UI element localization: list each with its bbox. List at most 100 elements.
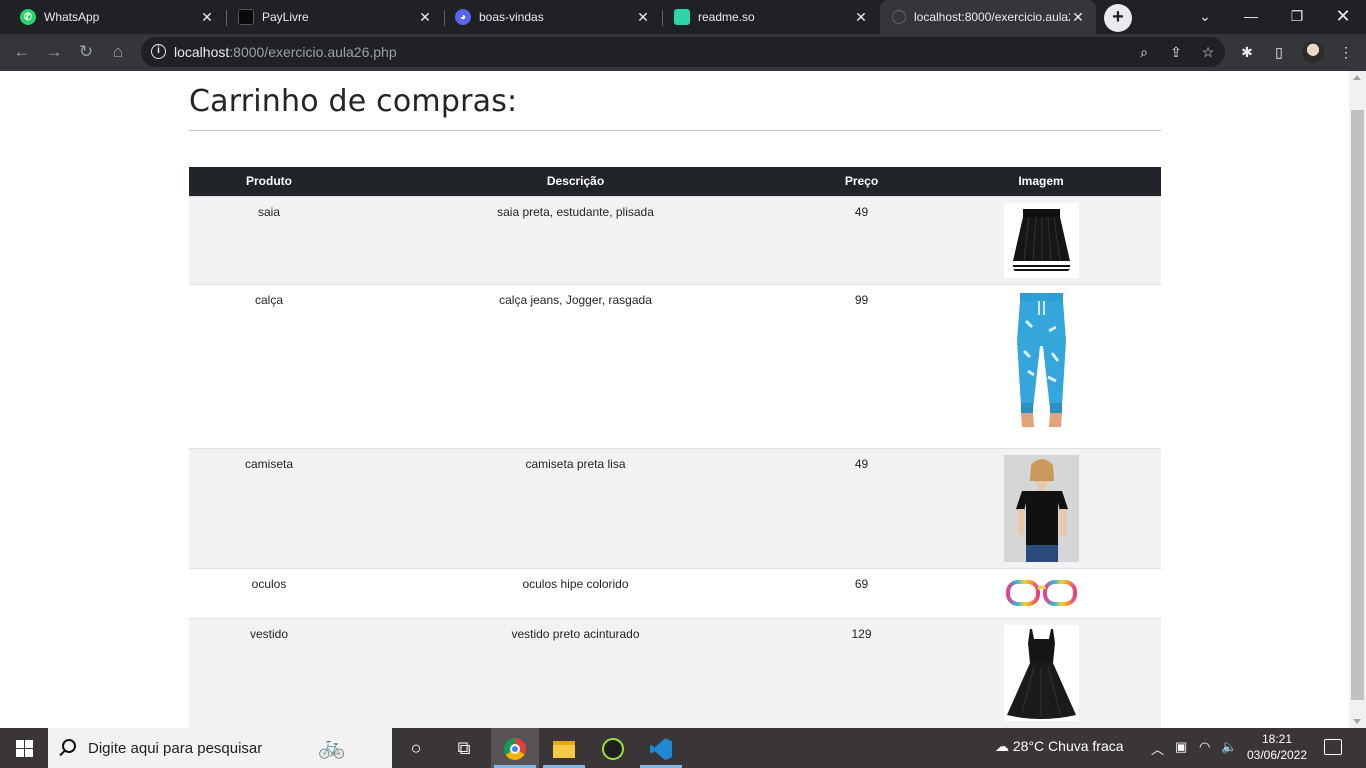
file-explorer-icon[interactable] bbox=[540, 728, 588, 768]
tshirt-image bbox=[1003, 454, 1079, 562]
tab-readme[interactable]: readme.so ✕ bbox=[654, 0, 879, 34]
clock-date: 03/06/2022 bbox=[1246, 748, 1308, 762]
cloud-rain-icon: ☁ bbox=[995, 738, 1009, 754]
address-bar[interactable]: i localhost:8000/exercicio.aula26.php ⌕ … bbox=[141, 37, 1225, 67]
taskbar-search-box[interactable]: Digite aqui para pesquisar 🚲 bbox=[48, 728, 392, 768]
discord-icon: ◕ bbox=[455, 9, 471, 25]
cell-preco: 99 bbox=[802, 283, 921, 448]
clock-time: 18:21 bbox=[1261, 732, 1293, 746]
cell-descricao: calça jeans, Jogger, rasgada bbox=[349, 283, 802, 448]
tab-paylivre[interactable]: PayLivre ✕ bbox=[218, 0, 443, 34]
chrome-icon[interactable] bbox=[491, 728, 539, 768]
weather-text: 28°C Chuva fraca bbox=[1012, 738, 1124, 754]
windows-logo-icon bbox=[16, 740, 24, 748]
whatsapp-icon: ✆ bbox=[20, 9, 36, 25]
cell-descricao: camiseta preta lisa bbox=[349, 447, 802, 568]
cell-imagem bbox=[921, 283, 1161, 448]
home-icon[interactable]: ⌂ bbox=[106, 40, 130, 64]
system-clock[interactable]: 18:21 03/06/2022 bbox=[1246, 731, 1308, 763]
close-tab-icon[interactable]: ✕ bbox=[853, 9, 869, 25]
table-row: camiseta camiseta preta lisa 49 bbox=[189, 447, 1161, 568]
bookmark-star-icon[interactable]: ☆ bbox=[1198, 42, 1218, 62]
page-scrollbar[interactable] bbox=[1349, 71, 1366, 728]
cell-descricao: vestido preto acinturado bbox=[349, 617, 802, 728]
tab-title: WhatsApp bbox=[44, 10, 100, 24]
tab-title: readme.so bbox=[698, 10, 755, 24]
windows-logo-icon bbox=[25, 749, 33, 757]
back-icon[interactable]: ← bbox=[10, 40, 34, 64]
close-tab-icon[interactable]: ✕ bbox=[1070, 9, 1086, 25]
cortana-icon[interactable]: ○ bbox=[392, 728, 440, 768]
side-panel-icon[interactable]: ▯ bbox=[1267, 40, 1291, 64]
start-button[interactable] bbox=[0, 728, 48, 768]
meet-now-icon[interactable]: ▣ bbox=[1175, 739, 1187, 755]
cell-descricao: oculos hipe colorido bbox=[349, 567, 802, 618]
page-viewport: Carrinho de compras: Produto Descrição P… bbox=[0, 71, 1349, 728]
close-window-button[interactable]: ✕ bbox=[1320, 0, 1366, 34]
xbox-icon[interactable] bbox=[589, 728, 637, 768]
scroll-down-arrow-icon[interactable] bbox=[1353, 719, 1361, 724]
column-header-imagem: Imagem bbox=[921, 167, 1161, 196]
weather-widget[interactable]: ☁ 28°C Chuva fraca bbox=[995, 738, 1124, 755]
url-text[interactable]: localhost:8000/exercicio.aula26.php bbox=[174, 44, 397, 60]
cell-produto: oculos bbox=[189, 567, 349, 618]
search-icon bbox=[62, 739, 76, 753]
tab-search-icon[interactable]: ⌄ bbox=[1182, 0, 1228, 34]
globe-icon bbox=[892, 10, 906, 24]
jeans-image bbox=[1003, 290, 1079, 431]
tab-whatsapp[interactable]: ✆ WhatsApp ✕ bbox=[0, 0, 225, 34]
reload-icon[interactable]: ↻ bbox=[74, 40, 98, 64]
close-tab-icon[interactable]: ✕ bbox=[635, 9, 651, 25]
dress-image bbox=[1003, 624, 1079, 721]
cell-preco: 69 bbox=[802, 567, 921, 618]
scroll-up-arrow-icon[interactable] bbox=[1353, 75, 1361, 80]
cart-table: Produto Descrição Preço Imagem saia saia… bbox=[189, 167, 1161, 728]
scrollbar-thumb[interactable] bbox=[1351, 110, 1364, 700]
minimize-button[interactable]: — bbox=[1228, 0, 1274, 34]
bicycle-icon: 🚲 bbox=[318, 734, 346, 759]
share-icon[interactable]: ⇪ bbox=[1166, 42, 1186, 62]
cell-imagem bbox=[921, 567, 1161, 618]
column-header-descricao: Descrição bbox=[349, 167, 802, 196]
menu-icon[interactable]: ⋮ bbox=[1334, 40, 1358, 64]
cell-descricao: saia preta, estudante, plisada bbox=[349, 195, 802, 284]
zoom-icon[interactable]: ⌕ bbox=[1134, 42, 1154, 62]
url-path: :8000/exercicio.aula26.php bbox=[229, 44, 397, 60]
cell-preco: 129 bbox=[802, 617, 921, 728]
forward-icon[interactable]: → bbox=[42, 40, 66, 64]
chevron-up-icon[interactable]: ︿ bbox=[1151, 739, 1164, 758]
paylivre-icon bbox=[238, 9, 254, 25]
url-host: localhost bbox=[174, 44, 230, 60]
profile-avatar[interactable] bbox=[1302, 41, 1324, 63]
close-tab-icon[interactable]: ✕ bbox=[199, 9, 215, 25]
column-header-produto: Produto bbox=[189, 167, 349, 196]
table-row: calça calça jeans, Jogger, rasgada 99 bbox=[189, 283, 1161, 448]
notification-center-icon[interactable] bbox=[1324, 739, 1342, 755]
divider bbox=[189, 130, 1161, 131]
page-title: Carrinho de compras: bbox=[189, 84, 518, 119]
cell-imagem bbox=[921, 195, 1161, 284]
cell-produto: calça bbox=[189, 283, 349, 448]
cell-produto: camiseta bbox=[189, 447, 349, 568]
cell-preco: 49 bbox=[802, 195, 921, 284]
cell-imagem bbox=[921, 617, 1161, 728]
close-tab-icon[interactable]: ✕ bbox=[417, 9, 433, 25]
tab-boas-vindas[interactable]: ◕ boas-vindas ✕ bbox=[435, 0, 661, 34]
task-view-icon[interactable]: ⧉ bbox=[440, 728, 488, 768]
extensions-icon[interactable]: ✱ bbox=[1235, 40, 1259, 64]
browser-tab-strip: ✆ WhatsApp ✕ PayLivre ✕ ◕ boas-vindas ✕ … bbox=[0, 0, 1366, 34]
readme-icon bbox=[674, 9, 690, 25]
volume-icon[interactable]: 🔈 bbox=[1221, 739, 1237, 755]
tab-title: PayLivre bbox=[262, 10, 309, 24]
table-row: saia saia preta, estudante, plisada 49 bbox=[189, 195, 1161, 284]
restore-button[interactable]: ❐ bbox=[1274, 0, 1320, 34]
tab-localhost[interactable]: localhost:8000/exercicio.aula26 ✕ bbox=[880, 0, 1096, 34]
tab-title: localhost:8000/exercicio.aula26 bbox=[914, 10, 1070, 24]
vscode-icon[interactable] bbox=[637, 728, 685, 768]
cell-imagem bbox=[921, 447, 1161, 568]
skirt-image bbox=[1003, 202, 1079, 278]
wifi-icon[interactable]: ◠ bbox=[1199, 739, 1210, 755]
cell-preco: 49 bbox=[802, 447, 921, 568]
new-tab-button[interactable]: + bbox=[1104, 4, 1132, 32]
site-info-icon[interactable]: i bbox=[151, 44, 166, 59]
